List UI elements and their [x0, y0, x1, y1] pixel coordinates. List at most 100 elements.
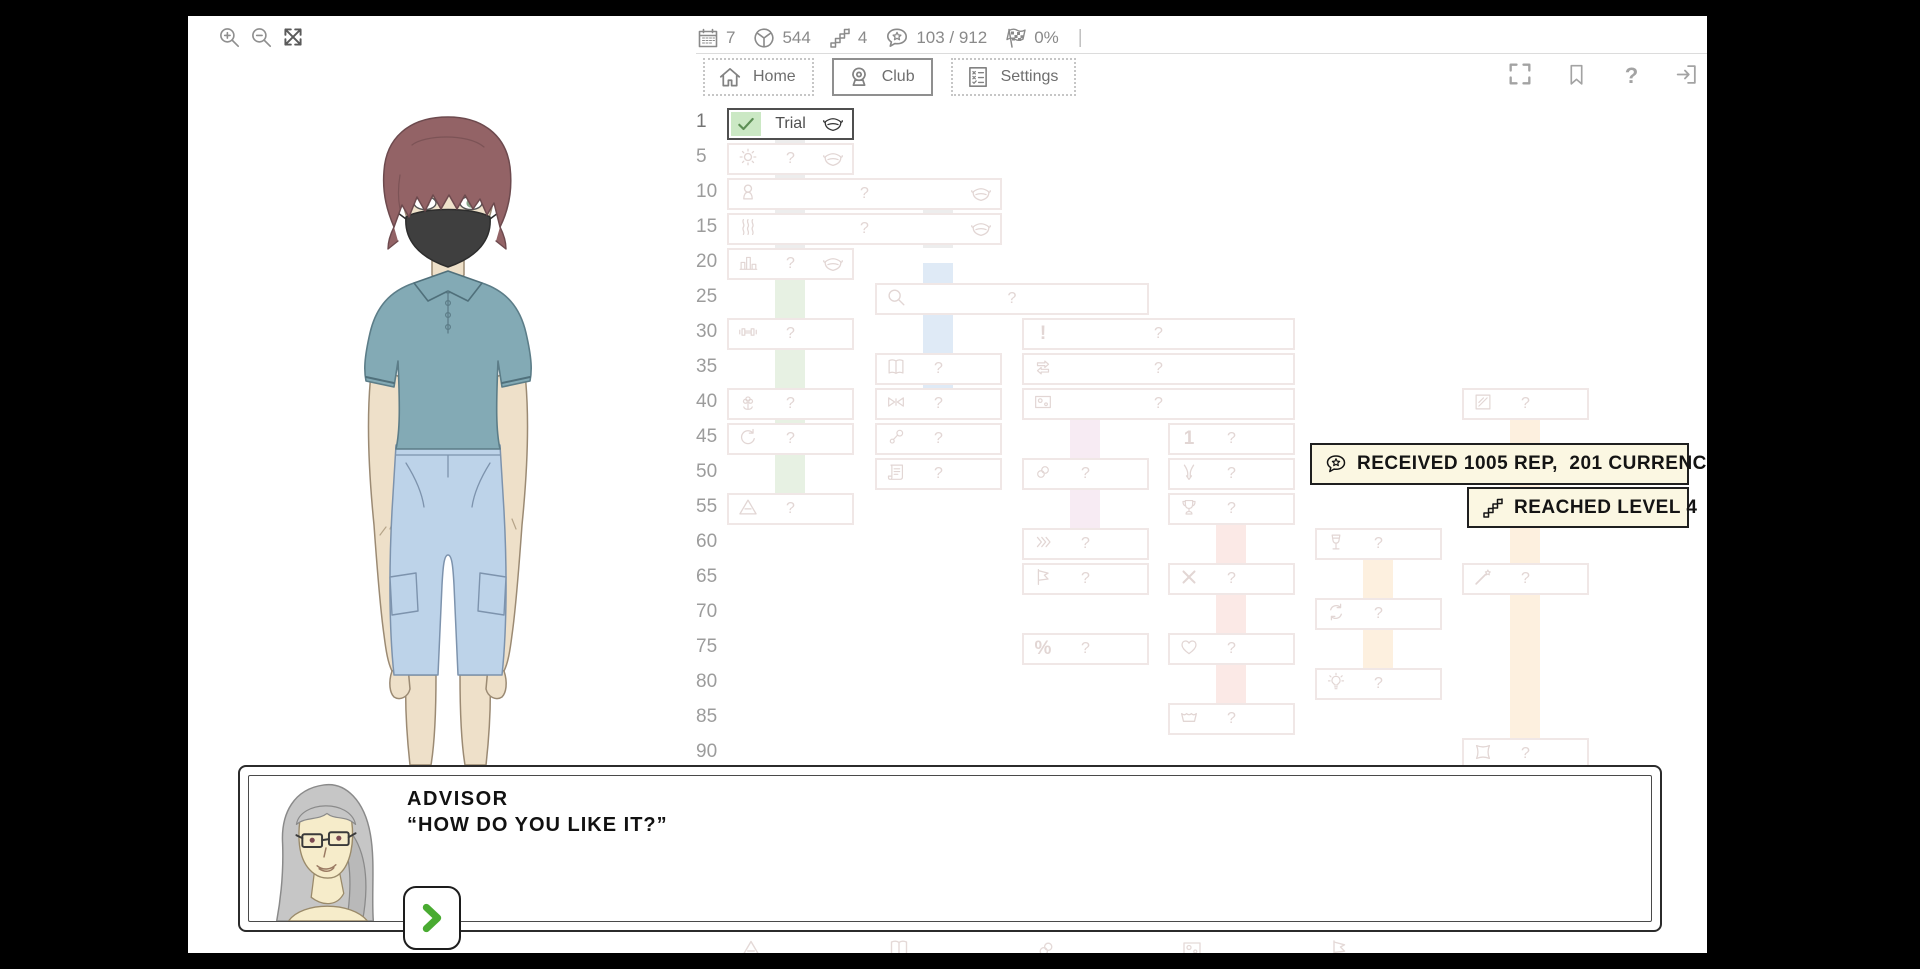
level-label: 75 — [696, 636, 736, 658]
skill-node-unknown-label: ? — [1317, 675, 1440, 693]
zoom-in-icon — [216, 24, 242, 50]
skill-node-locked[interactable]: ? — [1022, 388, 1295, 420]
mask-icon — [822, 113, 844, 135]
flag-icon — [1327, 937, 1351, 953]
skill-node-unknown-label: ? — [1464, 570, 1587, 588]
skill-node-locked[interactable]: ? — [875, 353, 1002, 385]
player-character-illustration — [328, 115, 598, 765]
bookmark-button[interactable] — [1564, 62, 1589, 92]
speaker-name: ADVISOR — [407, 788, 509, 811]
stat-progress-value: 0% — [1034, 28, 1059, 48]
partial-skill-icon — [887, 937, 911, 953]
skill-node-locked[interactable]: ? — [1462, 388, 1589, 420]
skill-node-locked[interactable]: ? — [1462, 563, 1589, 595]
skill-node-locked[interactable]: ? — [875, 283, 1149, 315]
question-icon: ? — [1619, 65, 1644, 87]
skill-node-locked[interactable]: ? — [727, 388, 854, 420]
tab-home[interactable]: Home — [703, 58, 814, 96]
skill-node-locked[interactable]: ? — [1168, 493, 1295, 525]
mask-icon — [822, 148, 844, 170]
skill-node-trial[interactable]: Trial — [727, 108, 854, 140]
notification-text: REACHED LEVEL 4 — [1514, 497, 1697, 519]
partial-skill-icon — [1327, 937, 1351, 953]
skill-node-locked[interactable]: ? — [1022, 563, 1149, 595]
stat-day: 7 — [696, 26, 735, 50]
skill-node-locked[interactable]: ? — [1168, 703, 1295, 735]
stat-day-value: 7 — [726, 28, 735, 48]
level-label: 70 — [696, 601, 736, 623]
skill-node-unknown-label: ? — [1170, 430, 1293, 448]
notification-toast: RECEIVED 1005 REP, 201 CURRENCY — [1310, 443, 1689, 485]
bubble-star-icon — [1324, 452, 1348, 476]
skill-node-unknown-label: ? — [877, 395, 1000, 413]
level-label: 90 — [696, 741, 736, 763]
skill-node-locked[interactable]: ? — [1022, 458, 1149, 490]
skill-node-locked[interactable]: ? — [727, 213, 1002, 245]
mask-icon — [822, 253, 844, 275]
skill-node-locked[interactable]: ! ? — [1022, 318, 1295, 350]
skill-node-unknown-label: ? — [729, 395, 852, 413]
help-button[interactable]: ? — [1619, 65, 1644, 88]
stat-reputation-value: 544 — [782, 28, 810, 48]
stats-divider: | — [1078, 27, 1083, 49]
skill-node-unknown-label: ? — [1024, 465, 1147, 483]
skill-node-locked[interactable]: 1 ? — [1168, 423, 1295, 455]
expand-icon — [280, 24, 306, 50]
fit-view-button[interactable] — [280, 24, 306, 55]
tab-club[interactable]: Club — [832, 58, 933, 96]
header-divider — [696, 53, 1707, 54]
skill-node-locked[interactable]: ? — [1315, 528, 1442, 560]
next-button[interactable] — [403, 886, 461, 950]
skill-node-locked[interactable]: ? — [1022, 528, 1149, 560]
skill-node-locked[interactable]: ? — [875, 423, 1002, 455]
bubble-star-icon — [884, 25, 910, 51]
partial-skill-icon — [1180, 937, 1204, 953]
skill-node-unknown-label: ? — [1024, 640, 1147, 658]
zoom-in-button[interactable] — [216, 24, 242, 55]
skill-node-locked[interactable]: ? — [1168, 458, 1295, 490]
skill-node-locked[interactable]: ? — [1168, 633, 1295, 665]
skill-node-unknown-label: ? — [1170, 500, 1293, 518]
skill-node-locked[interactable]: % ? — [1022, 633, 1149, 665]
stairs-icon — [1481, 496, 1505, 520]
tab-settings[interactable]: Settings — [951, 58, 1077, 96]
skill-node-locked[interactable]: ? — [1315, 668, 1442, 700]
skill-node-unknown-label: ? — [1024, 325, 1293, 343]
connector-band — [775, 263, 805, 508]
partial-skill-icon — [1034, 937, 1058, 953]
skill-node-unknown-label: ? — [1170, 570, 1293, 588]
skill-node-unknown-label: ? — [1170, 710, 1293, 728]
zoom-out-icon — [248, 24, 274, 50]
skill-node-locked[interactable]: ? — [727, 318, 854, 350]
skill-node-locked[interactable]: ? — [727, 143, 854, 175]
skill-node-locked[interactable]: ? — [875, 458, 1002, 490]
game-stage: 75444103 / 9120%| HomeClubSettings ? — [0, 0, 1920, 969]
skill-node-locked[interactable]: ? — [727, 248, 854, 280]
skill-node-unknown-label: ? — [1170, 640, 1293, 658]
level-label: 85 — [696, 706, 736, 728]
zoom-out-button[interactable] — [248, 24, 274, 55]
skill-node-locked[interactable]: ? — [875, 388, 1002, 420]
skill-node-unknown-label: ? — [729, 220, 1000, 238]
skill-node-locked[interactable]: ? — [727, 178, 1002, 210]
view-toolbar — [216, 24, 306, 54]
stats-bar: 75444103 / 9120%| — [696, 22, 1083, 54]
chevron-right-icon — [415, 901, 449, 935]
exit-button[interactable] — [1674, 62, 1699, 92]
level-label: 25 — [696, 286, 736, 308]
skill-node-locked[interactable]: ? — [1315, 598, 1442, 630]
skill-node-locked[interactable]: ? — [1168, 563, 1295, 595]
skill-node-unknown-label: ? — [1024, 535, 1147, 553]
skill-node-locked[interactable]: ? — [727, 493, 854, 525]
skill-node-locked[interactable]: ? — [1022, 353, 1295, 385]
partial-skill-icon — [739, 937, 763, 953]
tab-home-label: Home — [753, 68, 796, 86]
fullscreen-button[interactable] — [1506, 60, 1534, 93]
skill-node-unknown-label: ? — [729, 185, 1000, 203]
skill-node-unknown-label: ? — [729, 430, 852, 448]
skill-node-locked[interactable]: ? — [727, 423, 854, 455]
book-icon — [887, 937, 911, 953]
level-label: 80 — [696, 671, 736, 693]
emblem-icon — [752, 26, 776, 50]
stat-reputation: 544 — [752, 26, 810, 50]
